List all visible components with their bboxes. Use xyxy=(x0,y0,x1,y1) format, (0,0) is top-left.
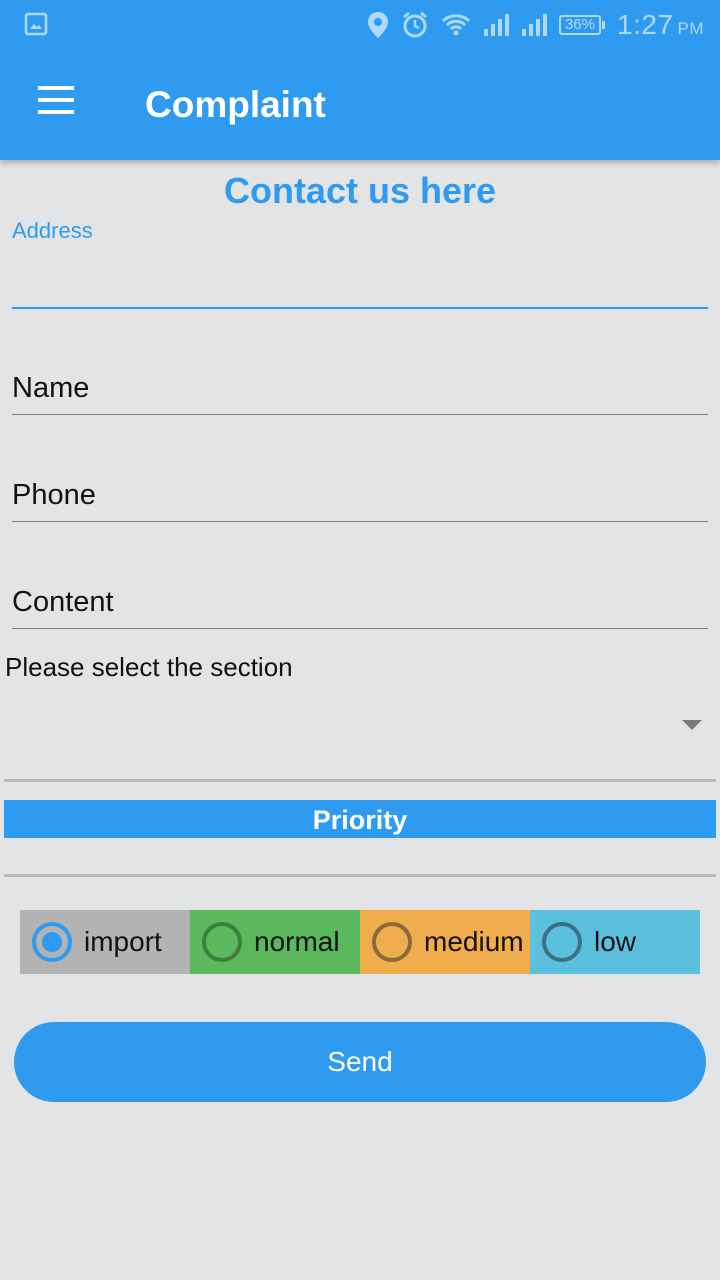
status-icons: 36% 1:27 PM xyxy=(367,8,704,42)
phone-hint: Phone xyxy=(12,479,96,511)
location-icon xyxy=(367,12,388,38)
send-button[interactable]: Send xyxy=(14,1022,706,1102)
signal-icon xyxy=(483,14,509,36)
priority-option-medium[interactable]: medium xyxy=(360,910,530,974)
clock-time: 1:27 xyxy=(617,9,674,40)
page-heading: Contact us here xyxy=(223,170,497,211)
content-hint: Content xyxy=(12,586,114,618)
radio-unchecked-icon[interactable] xyxy=(542,922,582,962)
radio-checked-icon[interactable] xyxy=(32,922,72,962)
phone-field[interactable]: Phone xyxy=(12,467,708,523)
wifi-icon xyxy=(441,14,471,36)
address-input[interactable] xyxy=(12,258,708,302)
phone-underline xyxy=(12,521,708,522)
hamburger-line-top xyxy=(38,86,74,90)
clock-ampm: PM xyxy=(677,19,704,38)
section-label: Please select the section xyxy=(5,652,293,682)
content-underline xyxy=(12,628,708,629)
address-field[interactable]: Address xyxy=(12,218,708,312)
dropdown-arrow-icon xyxy=(682,720,702,730)
priority-option-label: normal xyxy=(254,926,340,957)
priority-option-normal[interactable]: normal xyxy=(190,910,360,974)
radio-unchecked-icon[interactable] xyxy=(372,922,412,962)
priority-option-label: medium xyxy=(424,926,524,957)
priority-radio-group: import normal medium low xyxy=(20,910,700,974)
clock: 1:27 PM xyxy=(617,9,704,41)
hamburger-line-middle xyxy=(38,98,74,102)
app-title: Complaint xyxy=(145,84,326,125)
priority-option-low[interactable]: low xyxy=(530,910,700,974)
name-underline xyxy=(12,414,708,415)
alarm-icon xyxy=(403,11,427,38)
priority-option-label: import xyxy=(84,926,162,957)
priority-header: Priority xyxy=(4,800,716,838)
address-underline xyxy=(12,307,708,309)
battery-indicator: 36% xyxy=(558,15,605,35)
address-label: Address xyxy=(12,218,93,243)
divider-top xyxy=(4,779,716,782)
name-field[interactable]: Name xyxy=(12,360,708,416)
content-field[interactable]: Content xyxy=(12,574,708,630)
priority-option-label: low xyxy=(594,926,637,957)
battery-level: 36% xyxy=(558,15,601,35)
signal-icon-2 xyxy=(521,14,547,36)
name-hint: Name xyxy=(12,372,90,404)
battery-tip xyxy=(602,21,605,29)
priority-option-import[interactable]: import xyxy=(20,910,190,974)
divider-bottom xyxy=(4,874,716,877)
gallery-notification-icon xyxy=(24,12,48,36)
status-bar: 36% 1:27 PM xyxy=(0,0,720,50)
menu-button[interactable] xyxy=(26,78,86,128)
section-dropdown[interactable] xyxy=(4,690,716,760)
app-bar: 36% 1:27 PM Complaint xyxy=(0,0,720,160)
radio-unchecked-icon[interactable] xyxy=(202,922,242,962)
hamburger-line-bottom xyxy=(38,110,74,114)
